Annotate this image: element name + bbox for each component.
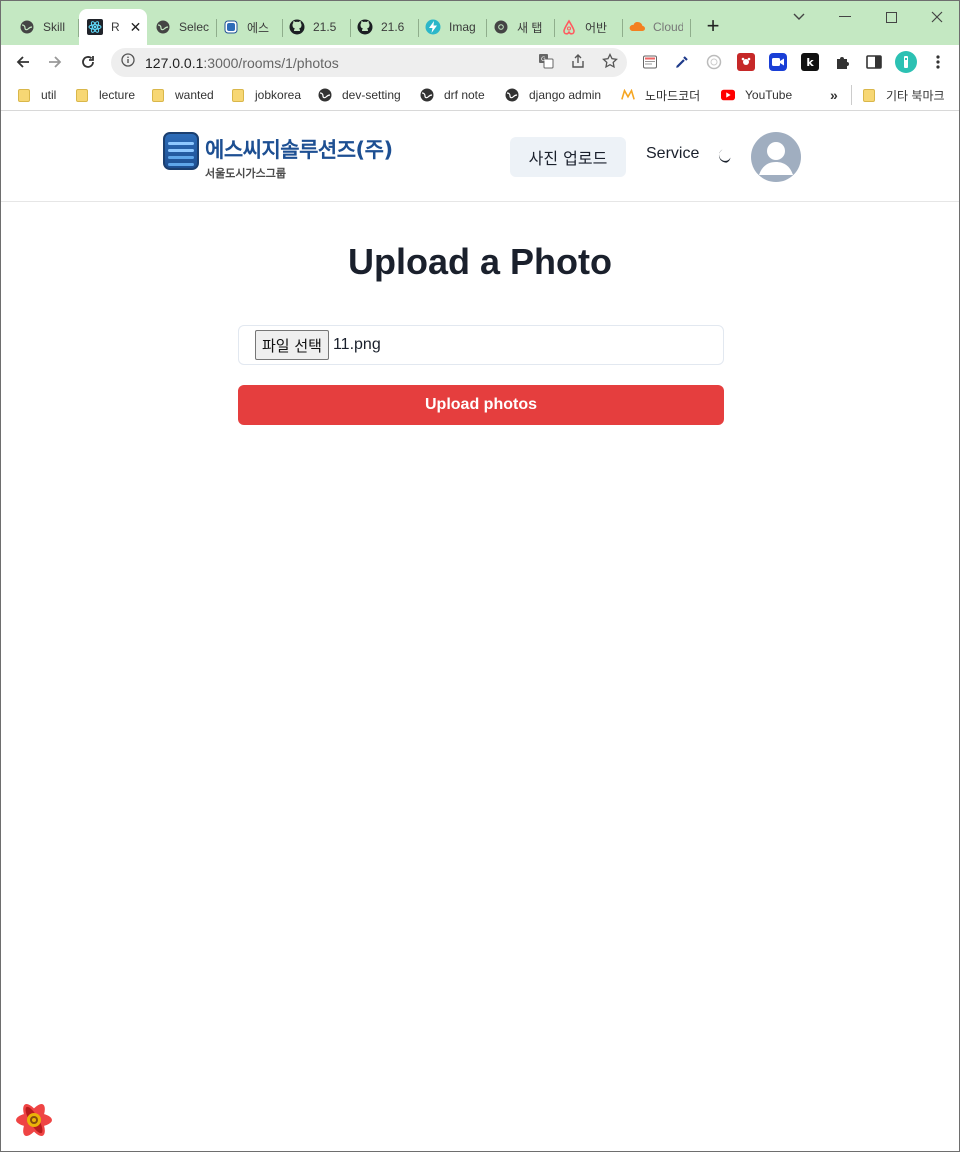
folder-icon [231, 88, 245, 102]
bookmark-wanted[interactable]: wanted [151, 86, 214, 104]
browser-tab-active[interactable]: R ✕ [79, 9, 147, 45]
folder-icon [862, 88, 876, 102]
translate-icon[interactable]: G [537, 52, 555, 70]
cloudflare-icon [629, 19, 645, 35]
browser-tab[interactable]: 21.5 [283, 9, 351, 45]
browser-tab[interactable]: Skill [1, 9, 79, 45]
browser-toolbar: 127.0.0.1:3000/rooms/1/photos G k [1, 45, 959, 79]
tab-search-icon[interactable] [779, 5, 819, 29]
bookmark-jobkorea[interactable]: jobkorea [231, 86, 301, 104]
selected-file-name: 11.png [332, 336, 381, 353]
back-icon[interactable] [11, 50, 35, 74]
window-close-icon[interactable] [917, 5, 957, 29]
share-icon[interactable] [569, 52, 587, 70]
globe-icon [155, 19, 171, 35]
extensions-puzzle-icon[interactable] [833, 53, 851, 71]
company-logo[interactable]: 에스씨지솔루션즈(주) 서울도시가스그룹 [161, 132, 401, 184]
choose-file-button[interactable]: 파일 선택 [255, 330, 329, 360]
browser-tab[interactable]: Cloud [623, 9, 691, 45]
logo-company-name: 에스씨지솔루션즈(주) [205, 138, 393, 162]
react-query-devtools-icon[interactable] [13, 1099, 55, 1141]
chrome-icon [493, 19, 509, 35]
extension-red-icon[interactable] [737, 53, 755, 71]
bookmarks-bar: util lecture wanted jobkorea dev-setting… [1, 79, 959, 111]
app-icon [223, 19, 239, 35]
globe-icon [505, 88, 519, 102]
github-icon [289, 19, 305, 35]
bookmarks-divider [851, 85, 852, 105]
service-link[interactable]: Service [646, 145, 699, 163]
browser-menu-icon[interactable] [929, 53, 947, 71]
side-panel-icon[interactable] [865, 53, 883, 71]
browser-tab[interactable]: 에스 [217, 9, 283, 45]
svg-text:G: G [541, 56, 546, 63]
extension-circle-icon[interactable] [705, 53, 723, 71]
maximize-icon[interactable] [871, 5, 911, 29]
github-icon [357, 19, 373, 35]
globe-icon [420, 88, 434, 102]
logo-mark-icon [163, 132, 199, 170]
bookmark-lecture[interactable]: lecture [75, 86, 135, 104]
zoom-video-icon[interactable] [769, 53, 787, 71]
close-tab-icon[interactable]: ✕ [130, 19, 142, 36]
bookmark-dev-setting[interactable]: dev-setting [318, 86, 401, 104]
browser-tab[interactable]: Imag [419, 9, 487, 45]
bookmark-util[interactable]: util [17, 86, 56, 104]
browser-tab-bar: Skill R ✕ Selec 에스 21.5 21.6 Imag 새 탭 어반… [1, 1, 959, 45]
bookmark-star-icon[interactable] [601, 52, 619, 70]
airbnb-icon [561, 19, 577, 35]
extension-k-icon[interactable]: k [801, 53, 819, 71]
folder-icon [75, 88, 89, 102]
folder-icon [151, 88, 165, 102]
bookmark-django-admin[interactable]: django admin [505, 86, 601, 104]
photo-file-input[interactable]: 파일 선택 11.png [238, 325, 724, 365]
site-header: 에스씨지솔루션즈(주) 서울도시가스그룹 사진 업로드 Service [1, 112, 959, 202]
browser-tab[interactable]: 어반 [555, 9, 623, 45]
reload-icon[interactable] [76, 50, 100, 74]
nomad-icon [621, 88, 635, 102]
logo-group-name: 서울도시가스그룹 [205, 167, 286, 180]
upload-photos-button[interactable]: Upload photos [238, 385, 724, 425]
browser-tab[interactable]: 새 탭 [487, 9, 555, 45]
user-silhouette-icon [759, 142, 793, 175]
eyedropper-icon[interactable] [673, 53, 691, 71]
bookmark-nomadcoders[interactable]: 노마드코더 [621, 86, 700, 104]
new-tab-button[interactable]: + [701, 15, 725, 39]
site-info-icon[interactable] [121, 53, 135, 72]
browser-tab[interactable]: 21.6 [351, 9, 419, 45]
photo-upload-nav-button[interactable]: 사진 업로드 [510, 137, 626, 177]
extension-reader-icon[interactable] [641, 53, 659, 71]
other-bookmarks[interactable]: 기타 북마크 [862, 86, 945, 104]
bookmark-youtube[interactable]: YouTube [721, 86, 792, 104]
minimize-icon[interactable] [825, 5, 865, 29]
moon-icon[interactable] [713, 145, 735, 167]
page-title: Upload a Photo [348, 241, 612, 282]
youtube-icon [721, 88, 735, 102]
globe-icon [19, 19, 35, 35]
react-icon [87, 19, 103, 35]
profile-avatar-icon[interactable] [895, 51, 917, 73]
forward-icon[interactable] [43, 50, 67, 74]
globe-icon [318, 88, 332, 102]
user-avatar[interactable] [751, 132, 801, 182]
bolt-icon [425, 19, 441, 35]
bookmark-drf-note[interactable]: drf note [420, 86, 485, 104]
folder-icon [17, 88, 31, 102]
url-text: 127.0.0.1:3000/rooms/1/photos [145, 54, 339, 71]
bookmarks-overflow-button[interactable]: » [830, 86, 838, 104]
browser-tab[interactable]: Selec [147, 9, 217, 45]
